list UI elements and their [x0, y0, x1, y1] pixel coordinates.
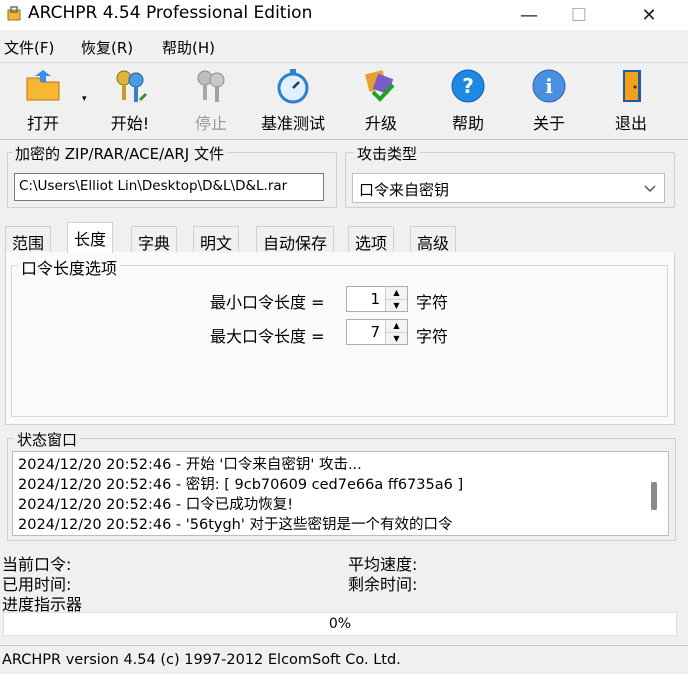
encrypted-file-label: 加密的 ZIP/RAR/ACE/ARJ 文件 [12, 143, 227, 164]
min-length-label: 最小口令长度 = [210, 293, 325, 312]
about-button[interactable]: i 关于 [514, 66, 584, 138]
open-folder-icon [23, 66, 63, 106]
help-label: 帮助 [451, 114, 484, 133]
length-options-group [11, 265, 668, 417]
info-icon: i [529, 66, 569, 106]
chevron-down-icon[interactable] [640, 178, 660, 198]
stopwatch-icon [273, 66, 313, 106]
attack-type-select[interactable]: 口令来自密钥 [352, 173, 665, 203]
max-length-label: 最大口令长度 = [210, 327, 325, 346]
log-line: 2024/12/20 20:52:46 - '56tygh' 对于这些密钥是一个… [18, 517, 453, 533]
tab-plaintext[interactable]: 明文 [193, 226, 240, 253]
tab-autosave[interactable]: 自动保存 [256, 226, 335, 253]
log-line: 2024/12/20 20:52:46 - 开始 '口令来自密钥' 攻击... [18, 457, 362, 473]
keys-icon [110, 66, 150, 106]
status-bar-text: ARCHPR version 4.54 (c) 1997-2012 ElcomS… [2, 652, 401, 668]
max-length-spinner[interactable]: 7 ▲ ▼ [346, 319, 408, 345]
status-window-title: 状态窗口 [14, 429, 81, 450]
tab-options[interactable]: 选项 [348, 226, 395, 253]
status-log[interactable]: 2024/12/20 20:52:46 - 开始 '口令来自密钥' 攻击... … [12, 451, 669, 536]
upgrade-button[interactable]: 升级 [346, 66, 416, 138]
window-title: ARCHPR 4.54 Professional Edition [28, 3, 313, 23]
open-button[interactable]: 打开 [8, 66, 78, 138]
open-label: 打开 [26, 114, 59, 133]
help-icon: ? [448, 66, 488, 106]
length-options-title: 口令长度选项 [18, 255, 121, 279]
keys-disabled-icon [191, 66, 231, 106]
exit-door-icon [611, 66, 651, 106]
benchmark-button[interactable]: 基准测试 [258, 66, 328, 138]
status-bar: ARCHPR version 4.54 (c) 1997-2012 ElcomS… [0, 645, 688, 674]
stop-button[interactable]: 停止 [176, 66, 246, 138]
exit-label: 退出 [614, 114, 647, 133]
tab-dictionary[interactable]: 字典 [131, 226, 178, 253]
menu-help[interactable]: 帮助(H) [162, 37, 215, 58]
maximize-button[interactable]: ☐ [556, 0, 602, 30]
start-label: 开始! [110, 114, 150, 133]
log-line: 2024/12/20 20:52:46 - 密钥: [ 9cb70609 ced… [18, 477, 464, 493]
upgrade-icon [361, 66, 401, 106]
spin-up-icon[interactable]: ▲ [386, 320, 407, 333]
progress-text: 0% [328, 616, 352, 632]
spin-down-icon[interactable]: ▼ [386, 332, 407, 344]
help-button[interactable]: ? 帮助 [433, 66, 503, 138]
min-length-value[interactable]: 1 [347, 287, 385, 311]
app-icon [6, 6, 22, 22]
remaining-time-label: 剩余时间: [348, 575, 418, 594]
file-path-input[interactable]: C:\Users\Elliot Lin\Desktop\D&L\D&L.rar [14, 173, 324, 201]
svg-text:i: i [545, 74, 553, 98]
upgrade-label: 升级 [364, 114, 397, 133]
benchmark-label: 基准测试 [260, 114, 325, 133]
log-scrollbar-thumb[interactable] [651, 482, 657, 510]
progress-bar: 0% [3, 612, 677, 636]
menu-file[interactable]: 文件(F) [4, 37, 54, 58]
min-length-unit: 字符 [416, 293, 449, 312]
tab-advanced[interactable]: 高级 [410, 226, 457, 253]
attack-type-label: 攻击类型 [354, 143, 421, 164]
tab-range[interactable]: 范围 [5, 226, 52, 253]
max-length-value[interactable]: 7 [347, 320, 385, 344]
open-dropdown-icon[interactable]: ▾ [82, 94, 87, 104]
about-label: 关于 [532, 114, 565, 133]
log-line: 2024/12/20 20:52:46 - 口令已成功恢复! [18, 497, 294, 513]
tab-length[interactable]: 长度 [67, 222, 114, 253]
stop-label: 停止 [194, 114, 227, 133]
spin-up-icon[interactable]: ▲ [386, 287, 407, 300]
minimize-button[interactable]: — [506, 0, 552, 30]
exit-button[interactable]: 退出 [596, 66, 666, 138]
svg-text:?: ? [462, 74, 474, 98]
max-length-unit: 字符 [416, 327, 449, 346]
min-length-spinner[interactable]: 1 ▲ ▼ [346, 286, 408, 312]
menu-recovery[interactable]: 恢复(R) [81, 37, 133, 58]
close-button[interactable]: ✕ [626, 0, 672, 30]
start-button[interactable]: 开始! [95, 66, 165, 138]
spin-down-icon[interactable]: ▼ [386, 299, 407, 311]
